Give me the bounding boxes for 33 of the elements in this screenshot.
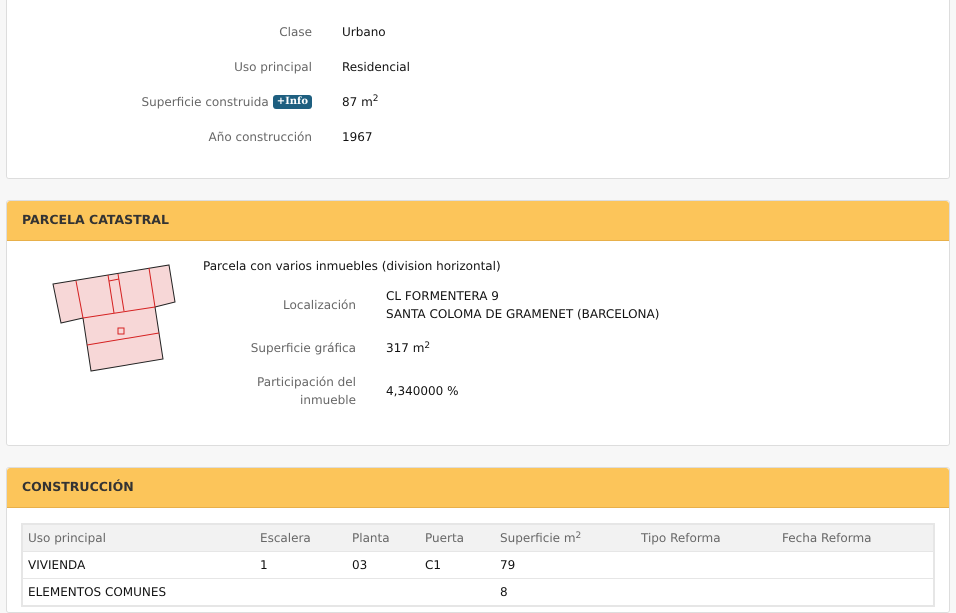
column-header: Escalera [260, 531, 311, 545]
table-cell: 8 [500, 585, 508, 599]
table-cell: VIVIENDA [28, 558, 86, 572]
field-label: Uso principal [234, 58, 312, 76]
table-cell: 79 [500, 558, 516, 572]
table-cell: 03 [352, 558, 368, 572]
field-value: 1967 [342, 130, 373, 144]
field-label: Superficie construida [141, 94, 269, 110]
column-header: Tipo Reforma [641, 531, 721, 545]
table-cell: C1 [425, 558, 442, 572]
field-label: Superficie gráfica [250, 340, 356, 357]
column-header: Planta [352, 531, 390, 545]
field-value: Urbano [342, 24, 386, 38]
field-value: 317 m$^{2}$ [386, 340, 430, 357]
info-button[interactable]: +Info [272, 94, 312, 108]
field-value: SANTA COLOMA DE GRAMENET (BARCELONA) [386, 306, 660, 323]
column-header: Fecha Reforma [782, 531, 872, 545]
section-title: CONSTRUCCIÓN [22, 478, 134, 496]
table-cell: 1 [260, 558, 268, 572]
field-label: Localización [282, 297, 356, 314]
parcel-description: Parcela con varios inmuebles (division horizontal) [203, 258, 502, 273]
field-label: Clase [279, 24, 312, 40]
table-cell: ELEMENTOS COMUNES [28, 585, 166, 599]
section-title: PARCELA CATASTRAL [22, 211, 169, 230]
column-header: Superficie m$^{2}$ [500, 531, 582, 545]
field-value: 4,340000 % [386, 383, 458, 400]
field-label: Año construcción [208, 128, 312, 146]
field-value: Residencial [342, 60, 410, 74]
field-label: Participación del inmueble [256, 374, 356, 409]
field-value: 87 m$^{2}$ [342, 94, 379, 108]
column-header: Uso principal [28, 531, 106, 545]
column-header: Puerta [425, 531, 464, 545]
field-value: CL FORMENTERA 9 [386, 288, 500, 305]
